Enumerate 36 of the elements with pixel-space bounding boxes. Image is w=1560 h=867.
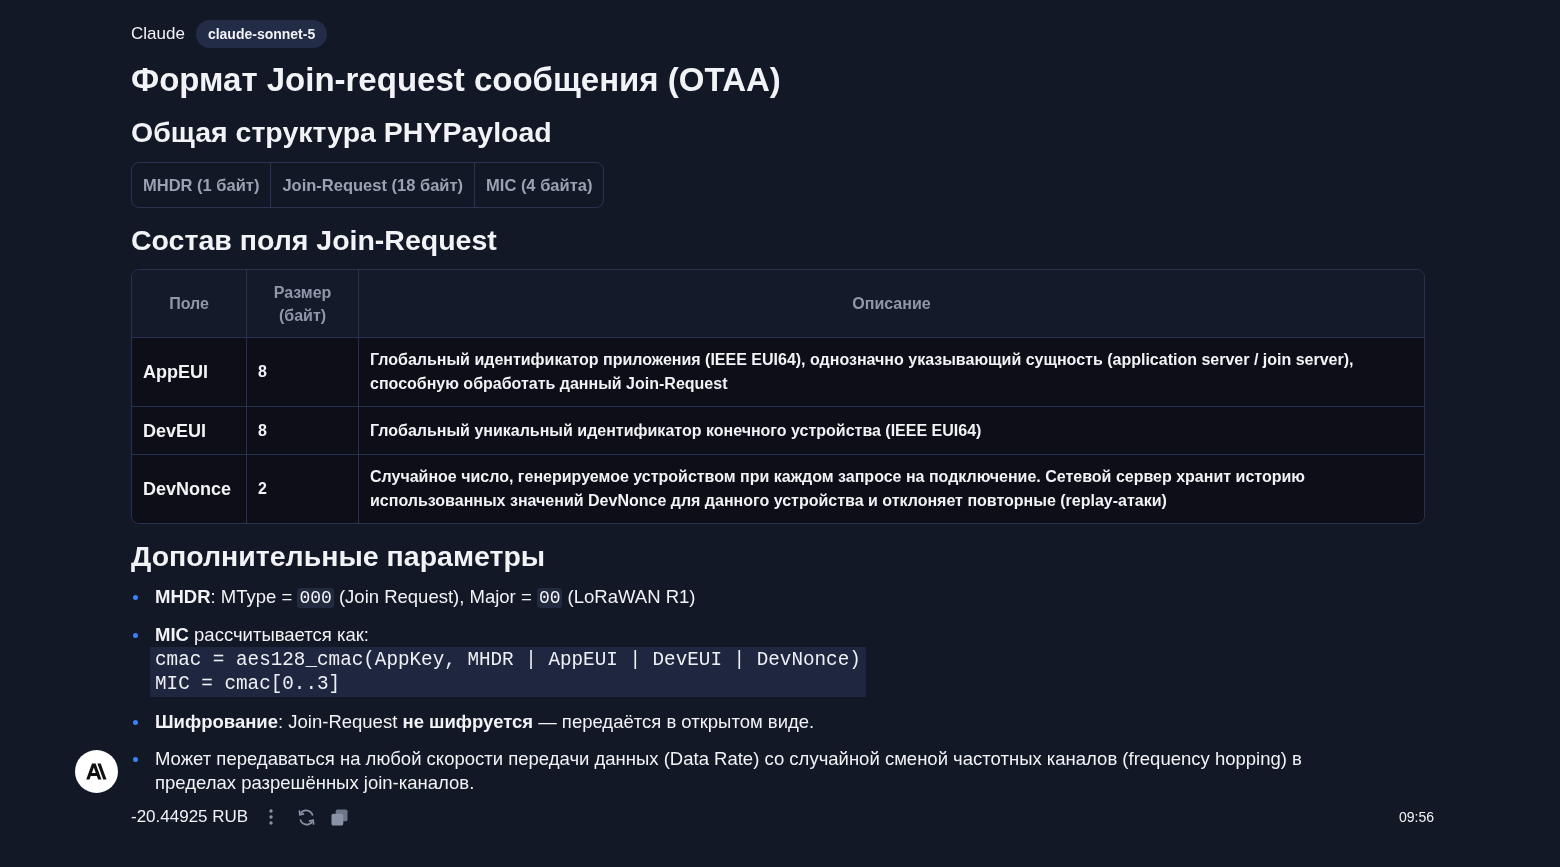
- bullet-icon: [133, 595, 138, 600]
- segment-label: MHDR (1 байт): [142, 175, 261, 196]
- author-name: Claude: [131, 24, 185, 44]
- section-heading: Общая структура PHYPayload: [131, 115, 553, 150]
- table-cell: Глобальный уникальный идентификатор конечного устройства (IEEE EUI64): [359, 407, 1424, 455]
- more-icon[interactable]: [268, 809, 275, 825]
- table-cell: 8: [247, 407, 359, 455]
- bullet-icon: [133, 720, 138, 725]
- table-cell: Случайное число, генерируемое устройством при каждом запросе на подключение. Сетевой сервер хранит историю использованных значений DevNonce для данного устройства и отклоняет повторные (replay-атаки): [359, 455, 1424, 523]
- table-cell: Глобальный идентификатор приложения (IEEE EUI64), однозначно указывающий сущность (application server / join server), способную обработать данный Join-Request: [359, 338, 1424, 407]
- table-cell: 2: [247, 455, 359, 523]
- bullet-icon: [133, 757, 138, 762]
- section-heading: Состав поля Join-Request: [131, 223, 498, 258]
- table-cell: 8: [247, 338, 359, 407]
- list-item-text: Может передаваться на любой скорости передачи данных (Data Rate) со случайной сменой частотных каналов (frequency hopping) в пределах разрешённых join-каналов.: [155, 747, 1303, 795]
- cost-text: -20.44925 RUB: [131, 807, 249, 827]
- column-header: Описание: [359, 270, 1424, 338]
- table-cell: DevNonce: [132, 455, 247, 523]
- column-header: Размер (байт): [247, 270, 359, 338]
- message-title: Формат Join-request сообщения (OTAA): [131, 60, 782, 100]
- list-item-text: Шифрование: Join-Request не шифруется — передаётся в открытом виде.: [155, 710, 815, 734]
- code-block: cmac = aes128_cmac(AppKey, MHDR | AppEUI | DevEUI | DevNonce) MIC = cmac[0..3]: [150, 647, 866, 697]
- table-cell: AppEUI: [132, 338, 247, 407]
- avatar-logo-icon: [75, 750, 118, 793]
- list-item-text: MIC рассчитывается как:: [155, 623, 370, 647]
- message-time: 09:56: [1398, 809, 1434, 825]
- segment-label: MIC (4 байта): [474, 163, 604, 207]
- model-badge: claude-sonnet-5: [195, 20, 328, 48]
- column-header: Поле: [132, 270, 247, 338]
- bullet-icon: [133, 633, 138, 638]
- section-heading: Дополнительные параметры: [131, 539, 547, 574]
- copy-icon[interactable]: [331, 808, 349, 826]
- refresh-icon[interactable]: [297, 807, 317, 827]
- table-cell: DevEUI: [132, 407, 247, 455]
- list-item-text: MHDR: MType = 000 (Join Request), Major = 00 (LoRaWAN R1): [155, 585, 696, 610]
- segment-label: Join-Request (18 байт): [270, 163, 475, 207]
